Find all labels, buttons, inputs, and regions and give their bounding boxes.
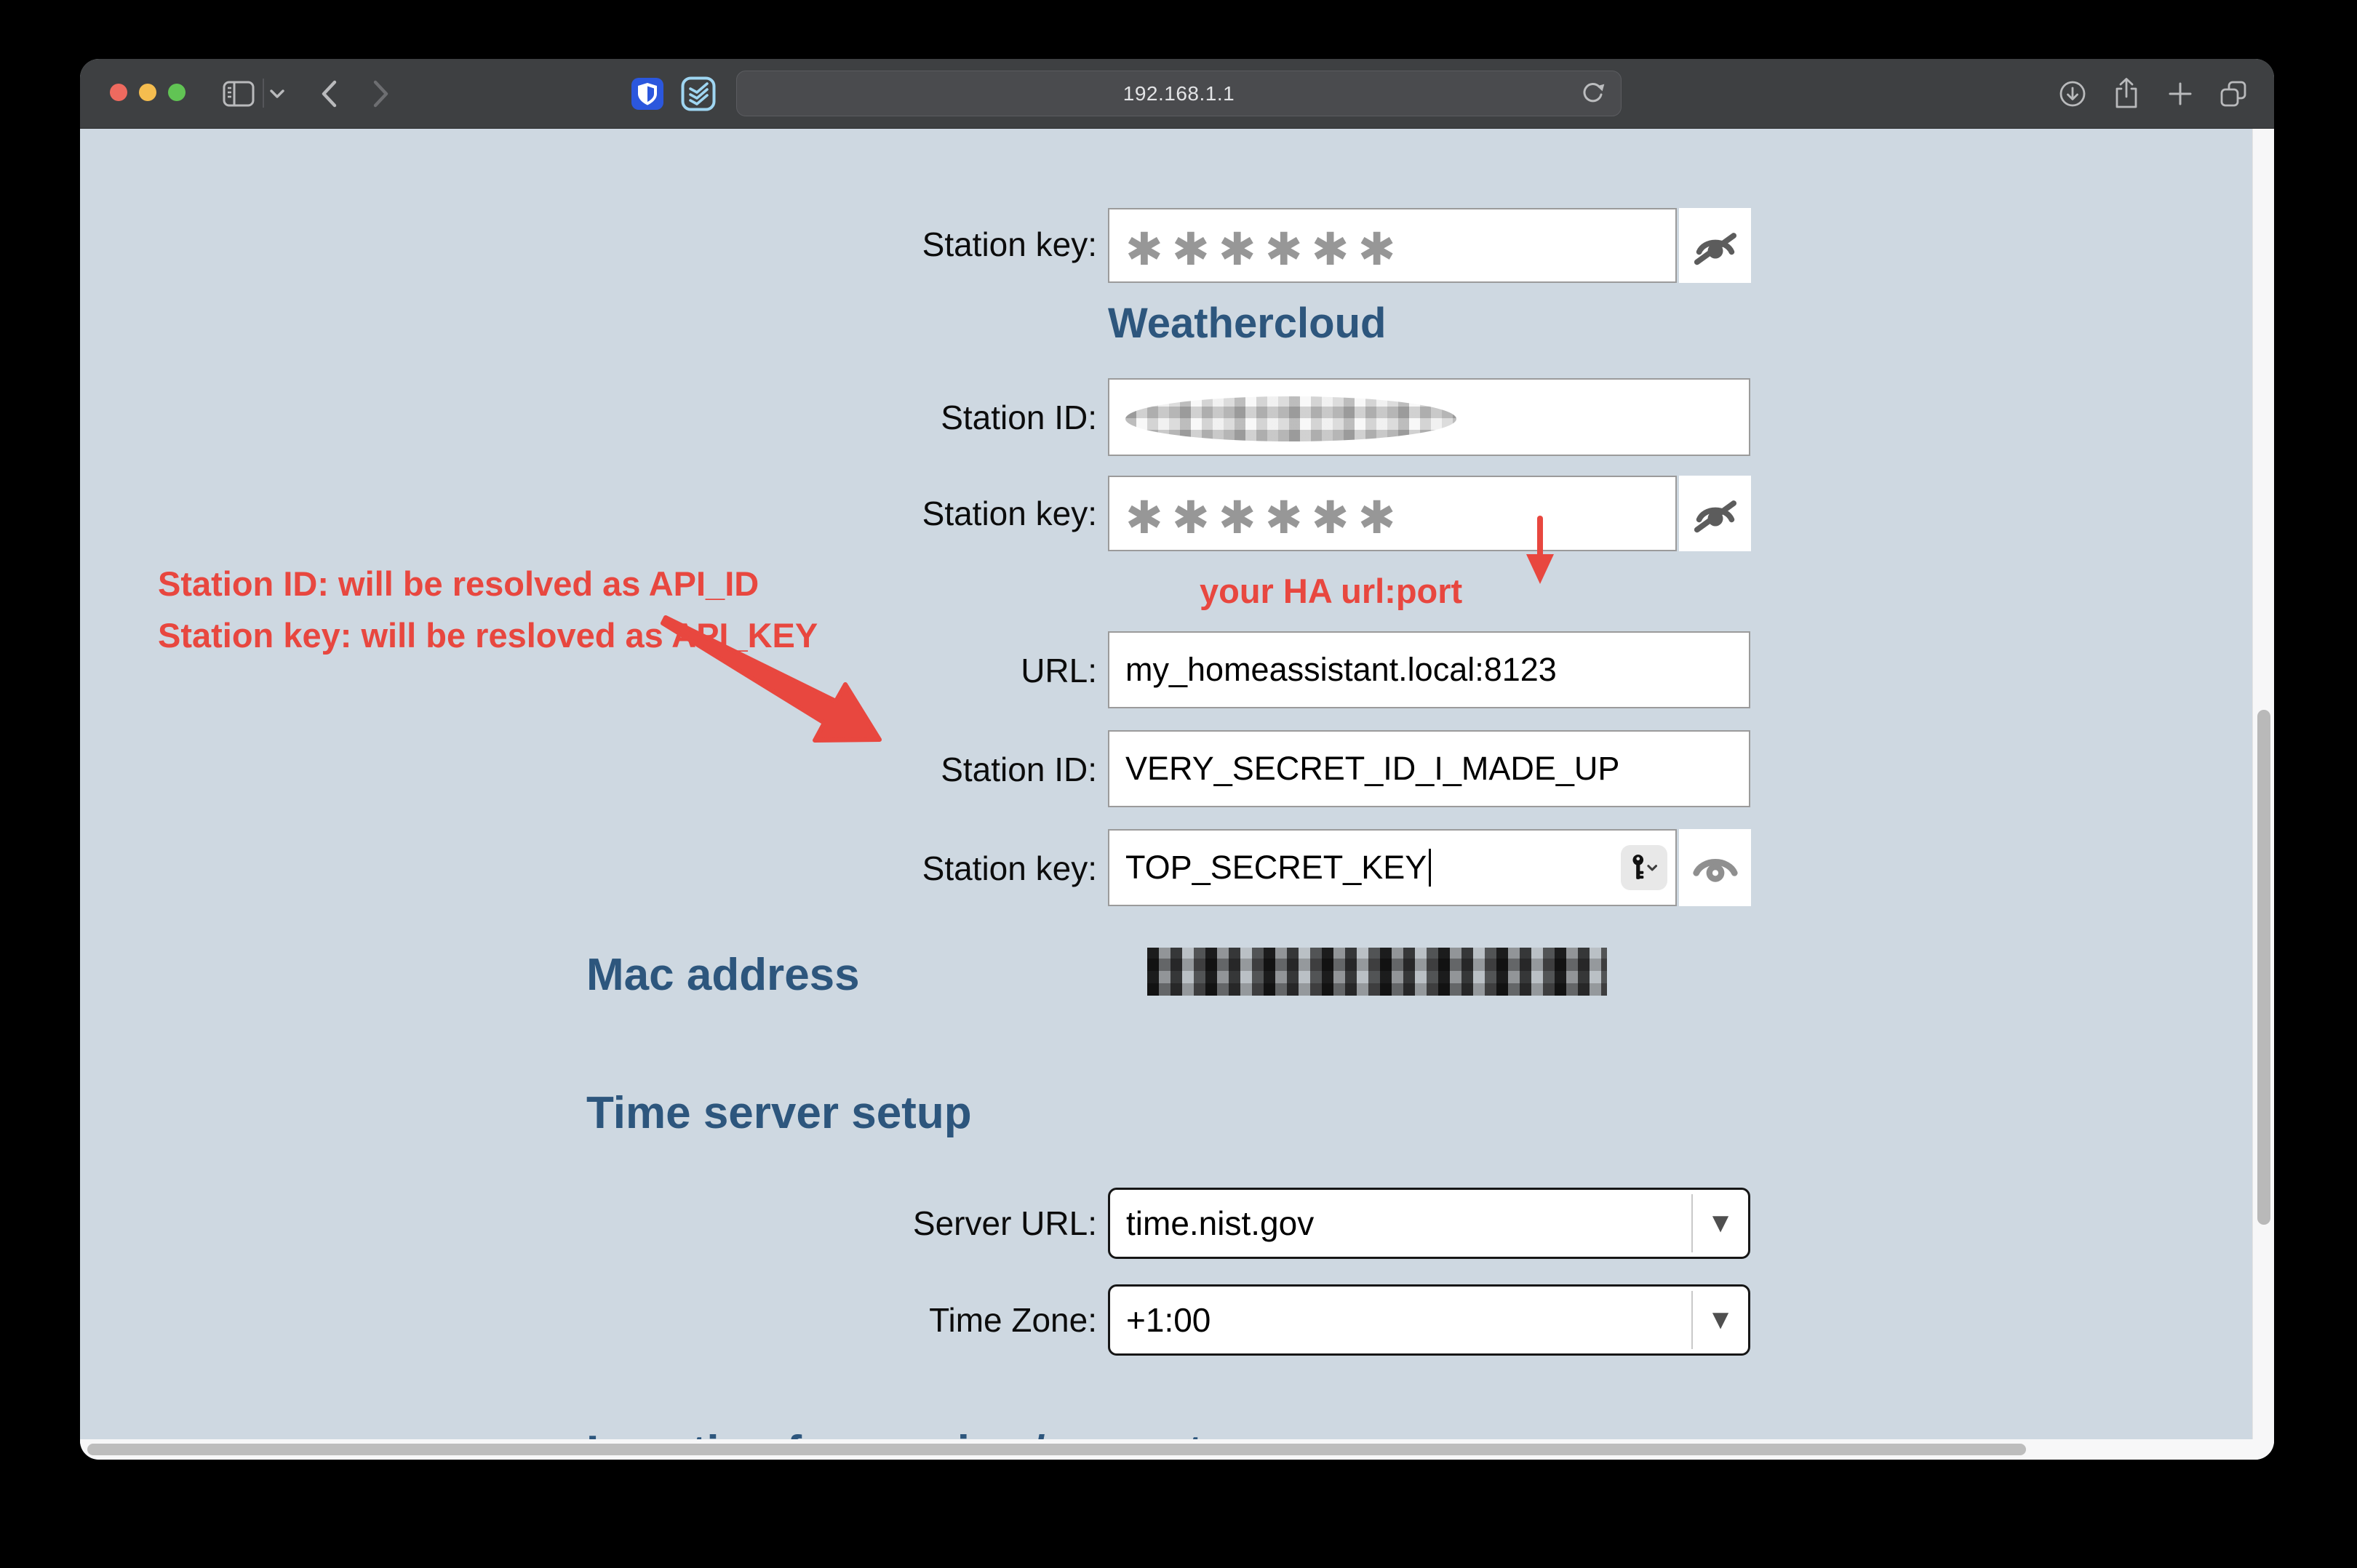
station-id-label: Station ID: [517,392,1097,443]
redacted-station-id [1125,396,1456,441]
checklist-extension-button[interactable] [678,59,719,128]
close-window-button[interactable] [110,84,127,101]
time-zone-select[interactable]: +1:00 ▼ [1108,1284,1750,1356]
station-key-input[interactable]: ✱✱✱✱✱✱ [1108,208,1677,283]
station-key-value: TOP_SECRET_KEY [1125,849,1427,887]
station-id-value: VERY_SECRET_ID_I_MADE_UP [1125,750,1619,788]
dropdown-arrow-icon: ▼ [1693,1287,1748,1353]
browser-toolbar: 192.168.1.1 [80,59,2274,129]
masked-password: ✱✱✱✱✱✱ [1125,215,1405,276]
chevron-down-icon [268,88,287,100]
show-password-button[interactable] [1679,208,1751,283]
station-key-label: Station key: [517,219,1097,270]
mac-address-heading: Mac address [586,949,860,1001]
sidebar-toggle-button[interactable] [220,59,258,128]
station-key-input[interactable]: ✱✱✱✱✱✱ [1108,476,1677,551]
time-zone-label: Time Zone: [517,1295,1097,1345]
reload-button[interactable] [1579,79,1608,108]
masked-password: ✱✱✱✱✱✱ [1125,484,1405,544]
time-zone-value: +1:00 [1126,1300,1211,1340]
downloads-icon [2057,78,2089,110]
weathercloud-heading: Weathercloud [1108,299,1386,348]
reload-icon [1579,79,1608,108]
share-button[interactable] [2107,59,2146,128]
url-input[interactable]: my_homeassistant.local:8123 [1108,631,1750,708]
annotation-line-1: Station ID: will be resolved as API_ID [158,558,818,609]
zoom-window-button[interactable] [168,84,186,101]
address-bar-url: 192.168.1.1 [1123,82,1235,105]
text-caret [1429,849,1431,887]
station-id-label: Station ID: [517,744,1097,795]
share-icon [2110,76,2142,111]
browser-window: 192.168.1.1 [80,59,2274,1460]
eye-slash-icon [1690,493,1741,534]
chevron-left-icon [318,79,340,109]
station-key-label: Station key: [517,843,1097,894]
back-button[interactable] [311,59,346,128]
server-url-select[interactable]: time.nist.gov ▼ [1108,1188,1750,1259]
hide-password-button[interactable] [1679,829,1751,906]
url-label: URL: [517,645,1097,696]
toolbar-divider [263,79,264,108]
sidebar-menu-chevron[interactable] [265,59,290,128]
address-bar[interactable]: 192.168.1.1 [736,71,1622,116]
chevron-right-icon [370,79,392,109]
vertical-scrollbar-thumb[interactable] [2257,710,2270,1225]
shield-extension-icon [631,77,664,111]
dropdown-arrow-icon: ▼ [1693,1190,1748,1257]
bitwarden-extension-button[interactable] [627,59,668,128]
key-autofill-icon [1628,853,1660,882]
redacted-mac-address [1147,948,1607,996]
station-key-label: Station key: [517,488,1097,539]
vertical-scrollbar-track [2252,129,2274,1460]
horizontal-scrollbar-thumb[interactable] [87,1444,2026,1455]
time-server-heading: Time server setup [586,1087,972,1139]
server-url-label: Server URL: [517,1198,1097,1249]
new-tab-button[interactable] [2161,59,2200,128]
station-id-input[interactable] [1108,378,1750,456]
station-key-input-focused[interactable]: TOP_SECRET_KEY [1108,829,1677,906]
url-value: my_homeassistant.local:8123 [1125,651,1557,689]
password-autofill-button[interactable] [1621,845,1667,890]
tab-overview-icon [2217,77,2250,111]
horizontal-scrollbar-track [80,1439,2253,1460]
downloads-button[interactable] [2053,59,2092,128]
sidebar-icon [222,79,255,109]
page-content: Station key: ✱✱✱✱✱✱ Weathercloud Station… [80,129,2274,1460]
station-id-input[interactable]: VERY_SECRET_ID_I_MADE_UP [1108,730,1750,807]
plus-icon [2166,79,2195,108]
server-url-value: time.nist.gov [1126,1204,1314,1243]
eye-open-icon [1690,849,1741,886]
checklist-extension-icon [681,76,716,111]
eye-slash-icon [1690,225,1741,266]
annotation-ha-url: your HA url:port [1200,565,1462,617]
forward-button[interactable] [364,59,399,128]
tab-overview-button[interactable] [2213,59,2254,128]
show-password-button[interactable] [1679,476,1751,551]
minimize-window-button[interactable] [139,84,156,101]
